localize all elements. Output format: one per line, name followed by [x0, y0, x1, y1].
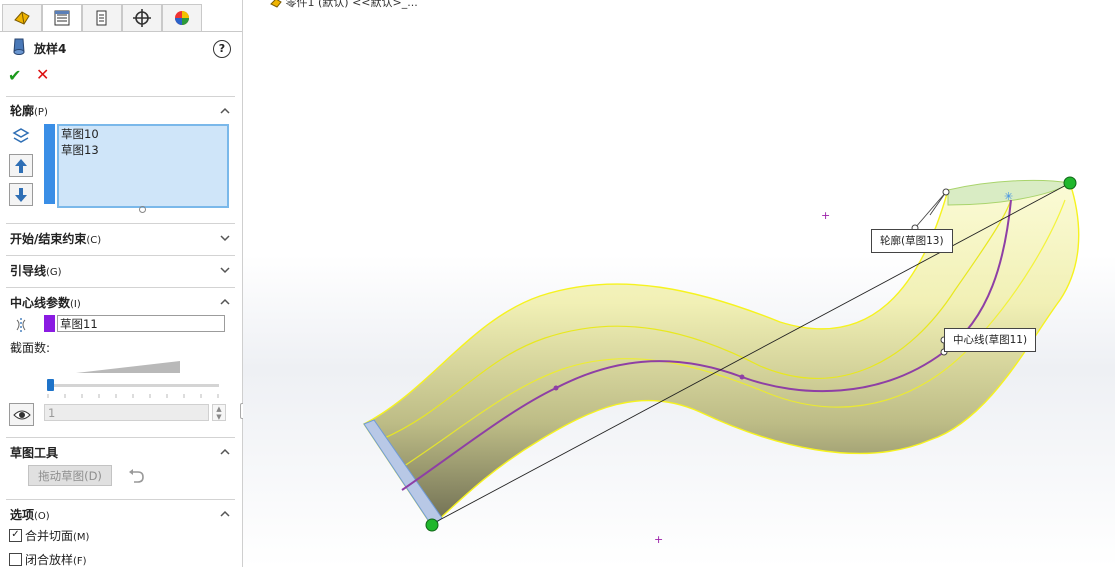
tab-display-manager[interactable]	[162, 4, 202, 32]
sections-slider-track[interactable]	[47, 384, 219, 387]
property-manager-icon	[54, 10, 70, 26]
feature-manager-icon	[14, 11, 30, 25]
ok-button[interactable]: ✔	[8, 66, 21, 85]
resize-grip[interactable]	[139, 206, 146, 213]
feature-tree-breadcrumb[interactable]: 零件1 (默认) <<默认>_...	[270, 0, 418, 10]
dimxpert-icon	[133, 9, 151, 27]
sections-count-input[interactable]: 1	[44, 404, 209, 421]
start-end-section-header[interactable]: 开始/结束约束(C)	[10, 230, 101, 247]
close-loft-checkbox[interactable]	[9, 553, 22, 566]
graphics-area[interactable]	[243, 0, 1115, 567]
close-loft-label: 闭合放样(F)	[25, 553, 87, 567]
preview-toggle-button[interactable]	[9, 403, 34, 426]
slider-ticks	[47, 394, 219, 398]
collapse-chevron-icon[interactable]	[220, 509, 230, 519]
profile-selector-icon	[12, 128, 30, 143]
collapse-chevron-icon[interactable]	[220, 447, 230, 457]
feature-title: 放样4	[34, 42, 67, 56]
eye-icon	[12, 410, 31, 419]
collapse-chevron-icon[interactable]	[220, 297, 230, 307]
collapse-chevron-icon[interactable]	[220, 106, 230, 116]
centerline-icon	[16, 318, 26, 332]
tab-feature-manager[interactable]	[2, 4, 42, 32]
drag-sketch-button[interactable]: 拖动草图(D)	[28, 465, 112, 486]
options-section-header[interactable]: 选项(O)	[10, 506, 50, 523]
merge-tangent-checkbox[interactable]: ✓	[9, 529, 22, 542]
centerline-field[interactable]: 草图11	[57, 315, 225, 332]
centerline-color-swatch	[44, 315, 55, 332]
expand-chevron-icon[interactable]	[220, 265, 230, 275]
profiles-list[interactable]: 草图10 草图13	[57, 124, 229, 208]
centerline-section-header[interactable]: 中心线参数(I)	[10, 294, 81, 311]
move-down-button[interactable]	[9, 183, 33, 206]
profile-color-swatch	[44, 124, 55, 204]
loft-feature-icon	[13, 38, 25, 55]
property-manager-panel: 放样4 ? ✔ ✕ 轮廓(P) 草图10 草图13 开始/结束约束(C) 引导线…	[0, 0, 243, 567]
tab-dimxpert[interactable]	[122, 4, 162, 32]
sections-ramp-icon	[76, 361, 180, 373]
merge-tangent-label: 合并切面(M)	[25, 529, 90, 543]
expand-chevron-icon[interactable]	[220, 233, 230, 243]
list-item[interactable]: 草图13	[59, 142, 227, 158]
part-icon	[270, 0, 282, 8]
configuration-manager-icon	[96, 10, 107, 26]
arrow-down-icon	[15, 187, 27, 202]
sections-spinner[interactable]: ▲ ▼	[212, 404, 226, 421]
sections-slider-thumb[interactable]	[47, 379, 54, 391]
move-up-button[interactable]	[9, 154, 33, 177]
undo-icon[interactable]	[127, 468, 145, 484]
tab-property-manager[interactable]	[42, 4, 82, 32]
profiles-section-header[interactable]: 轮廓(P)	[10, 102, 48, 119]
guides-section-header[interactable]: 引导线(G)	[10, 262, 62, 279]
manager-tabs	[0, 4, 242, 32]
cancel-button[interactable]: ✕	[36, 65, 49, 84]
display-manager-icon	[175, 11, 189, 25]
sections-label: 截面数:	[10, 341, 51, 355]
arrow-up-icon	[15, 158, 27, 173]
profile-callout[interactable]: 轮廓(草图13)	[871, 229, 953, 253]
list-item[interactable]: 草图10	[59, 126, 227, 142]
tab-configuration-manager[interactable]	[82, 4, 122, 32]
help-icon[interactable]: ?	[213, 40, 231, 58]
sketch-tools-section-header[interactable]: 草图工具	[10, 444, 58, 461]
centerline-callout[interactable]: 中心线(草图11)	[944, 328, 1037, 352]
